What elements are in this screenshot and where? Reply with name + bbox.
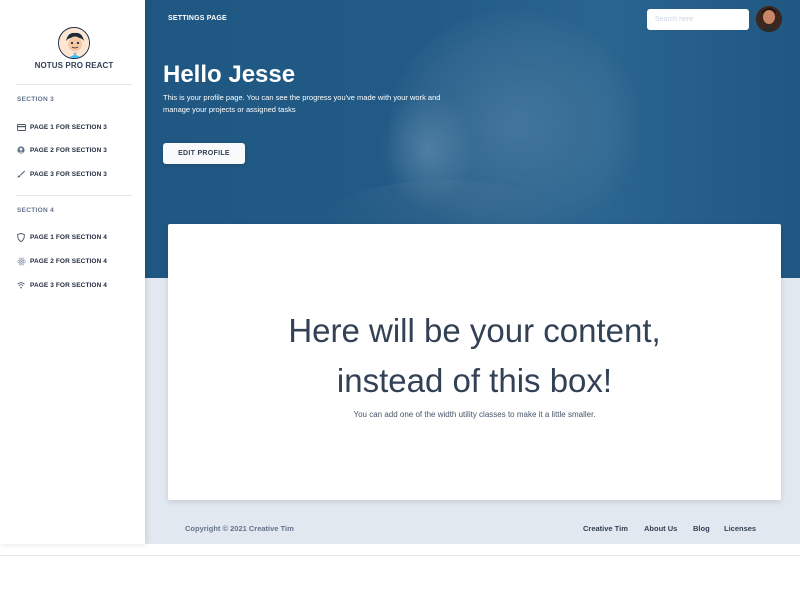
- footer-link-licenses[interactable]: Licenses: [724, 524, 756, 533]
- search-input[interactable]: [647, 9, 749, 30]
- footer-link-creative-tim[interactable]: Creative Tim: [583, 524, 628, 533]
- user-avatar[interactable]: [756, 6, 782, 32]
- cartoon-avatar-icon: [59, 28, 89, 58]
- sidebar-item-page-3-section-4[interactable]: PAGE 3 FOR SECTION 4: [16, 279, 107, 291]
- sidebar-item-page-2-section-4[interactable]: PAGE 2 FOR SECTION 4: [16, 255, 107, 267]
- sidebar-item-label: PAGE 3 FOR SECTION 4: [30, 281, 108, 289]
- shield-icon: [16, 232, 26, 242]
- brand-name[interactable]: NOTUS PRO REACT: [0, 61, 148, 70]
- paint-brush-icon: [16, 169, 26, 179]
- sidebar-item-page-1-section-3[interactable]: PAGE 1 FOR SECTION 3: [16, 121, 107, 133]
- sidebar-item-page-1-section-4[interactable]: PAGE 1 FOR SECTION 4: [16, 231, 107, 243]
- content-subtitle: You can add one of the width utility cla…: [353, 410, 596, 419]
- footer-link-blog[interactable]: Blog: [693, 524, 710, 533]
- edit-profile-button[interactable]: EDIT PROFILE: [163, 143, 245, 164]
- footer-link-about-us[interactable]: About Us: [644, 524, 677, 533]
- brand-logo-icon[interactable]: [58, 27, 90, 59]
- wifi-icon: [16, 280, 26, 290]
- sidebar-item-label: PAGE 2 FOR SECTION 3: [30, 146, 108, 154]
- greeting-heading: Hello Jesse: [163, 61, 296, 88]
- content-heading-line-1: Here will be your content,: [288, 312, 661, 349]
- footer-copyright: Copyright © 2021 Creative Tim: [185, 524, 294, 533]
- card-icon: [16, 122, 26, 132]
- sidebar-divider: [16, 84, 132, 85]
- sidebar-item-page-2-section-3[interactable]: PAGE 2 FOR SECTION 3: [16, 144, 107, 156]
- content-heading-line-2: instead of this box!: [336, 362, 613, 399]
- atom-icon: [16, 256, 26, 266]
- user-circle-icon: [16, 145, 26, 155]
- sidebar-item-page-3-section-3[interactable]: PAGE 3 FOR SECTION 3: [16, 168, 107, 180]
- sidebar-divider: [16, 195, 132, 196]
- avatar-photo-icon: [756, 6, 782, 32]
- sidebar-item-label: PAGE 3 FOR SECTION 3: [30, 170, 108, 178]
- sidebar-item-label: PAGE 1 FOR SECTION 4: [30, 233, 108, 241]
- profile-intro-text: This is your profile page. You can see t…: [163, 93, 441, 114]
- sidebar-item-label: PAGE 1 FOR SECTION 3: [30, 123, 108, 131]
- section-4-title: SECTION 4: [17, 207, 55, 214]
- sidebar-item-label: PAGE 2 FOR SECTION 4: [30, 257, 108, 265]
- page-bottom-divider: [0, 555, 800, 556]
- content-card: Here will be your content, instead of th…: [168, 224, 781, 500]
- sidebar: NOTUS PRO REACT SECTION 3 PAGE 1 FOR SEC…: [0, 0, 145, 544]
- settings-page-link[interactable]: SETTINGS PAGE: [168, 15, 227, 22]
- section-3-title: SECTION 3: [17, 96, 55, 103]
